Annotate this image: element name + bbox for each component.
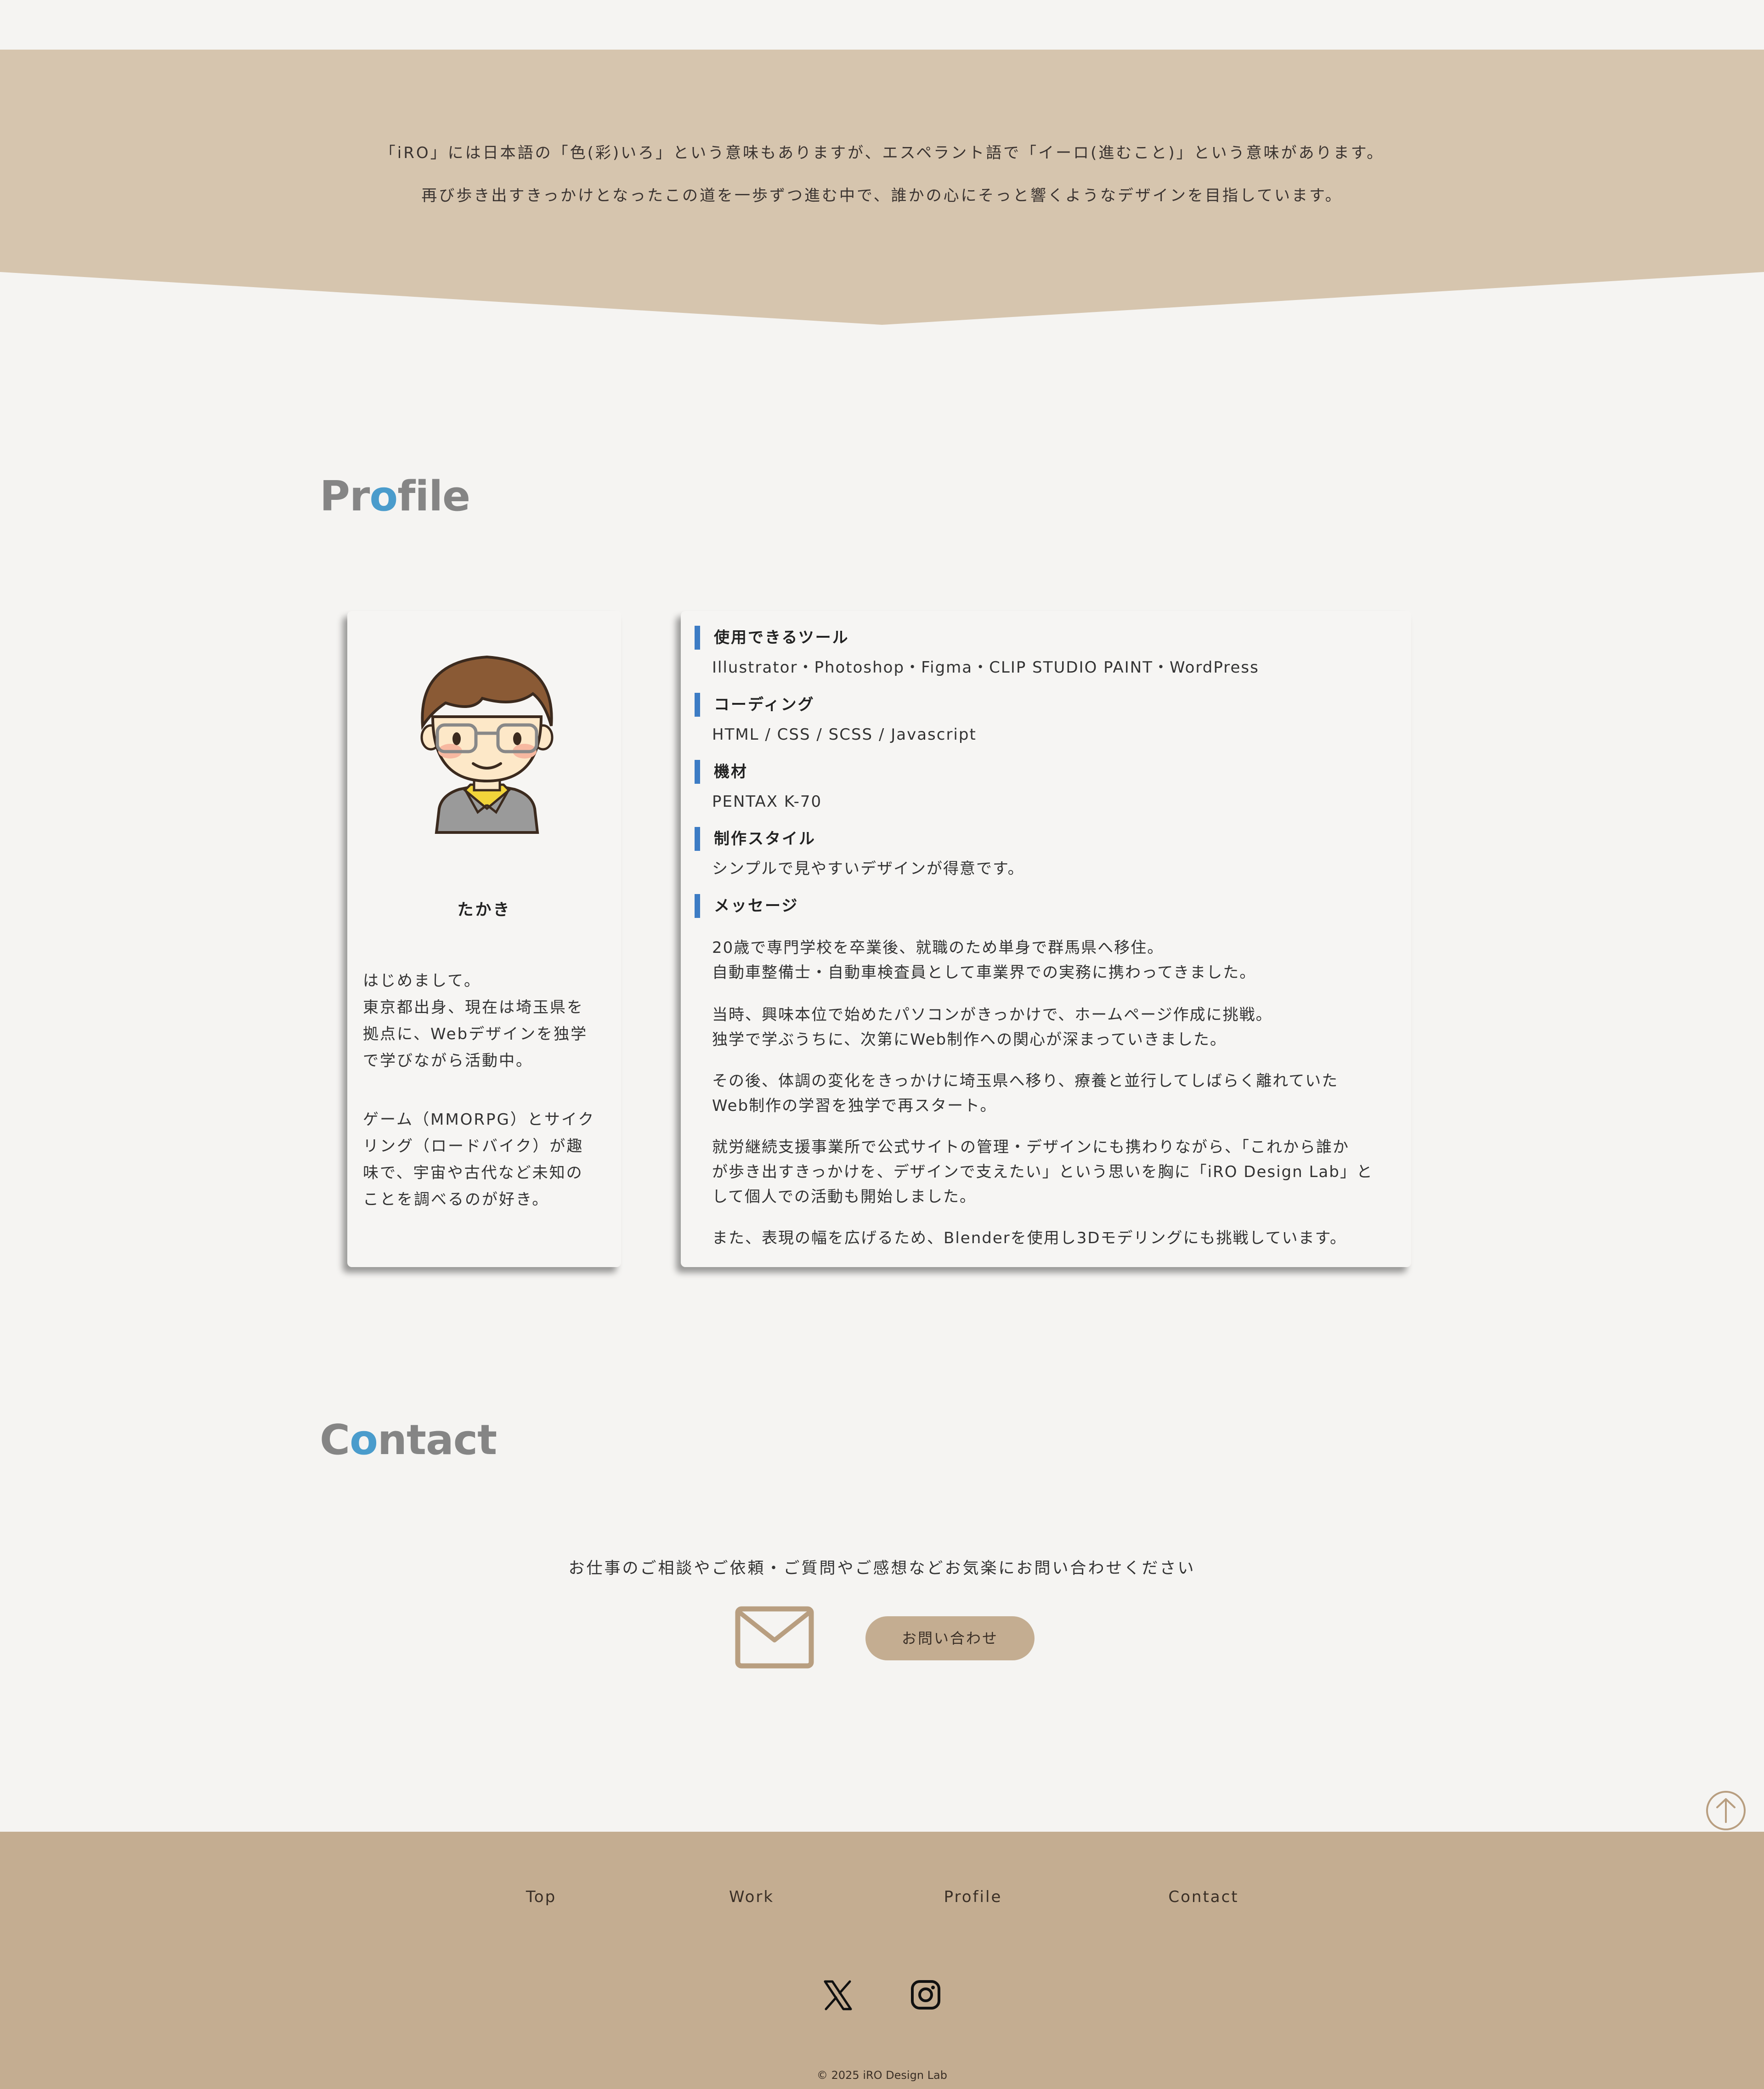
profile-info-card: 使用できるツール Illustrator・Photoshop・Figma・CLI…: [681, 611, 1411, 1267]
contact-section-title: Contact: [320, 1416, 497, 1464]
message-paragraph-2: 当時、興味本位で始めたパソコンがきっかけで、ホームページ作成に挑戦。 独学で学ぶ…: [712, 1006, 1272, 1049]
profile-avatar-card: たかき はじめまして。 東京都出身、現在は埼玉県を 拠点に、Webデザインを独学…: [347, 611, 621, 1267]
message-paragraph-1: 20歳で専門学校を卒業後、就職のため単身で群馬県へ移住。 自動車整備士・自動車検…: [712, 939, 1256, 982]
footer-nav-profile[interactable]: Profile: [932, 1888, 1014, 1906]
footer-nav-work[interactable]: Work: [710, 1888, 793, 1906]
profile-name: たかき: [457, 901, 511, 919]
copyright: © 2025 iRO Design Lab: [816, 2069, 947, 2082]
coding-heading: コーディング: [695, 693, 815, 717]
hero-band: [0, 50, 1764, 325]
equipment-body: PENTAX K-70: [712, 793, 822, 811]
style-heading: 制作スタイル: [695, 827, 816, 851]
site-footer: Top Work Profile Contact © 2025 iRO Desi…: [0, 1832, 1764, 2089]
bio-paragraph-1: はじめまして。 東京都出身、現在は埼玉県を 拠点に、Webデザインを独学 で学び…: [363, 972, 588, 1070]
hero-text-line-2: 再び歩き出すきっかけとなったこの道を一歩ずつ進む中で、誰かの心にそっと響くような…: [421, 187, 1343, 205]
bio-paragraph-2: ゲーム（MMORPG）とサイク リング（ロードバイク）が趣 味で、宇宙や古代など…: [363, 1110, 595, 1209]
contact-lead-text: お仕事のご相談やご依頼・ご質問やご感想などお気楽にお問い合わせください: [568, 1559, 1196, 1578]
tools-heading: 使用できるツール: [695, 626, 849, 650]
style-body: シンプルで見やすいデザインが得意です。: [712, 860, 1024, 878]
footer-nav-contact[interactable]: Contact: [1158, 1888, 1250, 1906]
footer-nav-top[interactable]: Top: [500, 1888, 582, 1906]
hero-text-line-1: 「iRO」には日本語の「色(彩)いろ」という意味もありますが、エスペラント語で「…: [379, 144, 1385, 162]
contact-button[interactable]: お問い合わせ: [865, 1616, 1035, 1660]
message-paragraph-3: その後、体調の変化をきっかけに埼玉県へ移り、療養と並行してしばらく離れていた W…: [712, 1072, 1339, 1115]
x-icon[interactable]: [821, 1979, 854, 2012]
message-paragraph-5: また、表現の幅を広げるため、Blenderを使用し3Dモデリングにも挑戦していま…: [712, 1229, 1347, 1247]
mail-icon[interactable]: [735, 1606, 814, 1669]
equipment-heading: 機材: [695, 760, 748, 784]
avatar: [420, 655, 554, 834]
tools-body: Illustrator・Photoshop・Figma・CLIP STUDIO …: [712, 658, 1259, 677]
coding-body: HTML / CSS / SCSS / Javascript: [712, 725, 977, 744]
message-paragraph-4: 就労継続支援事業所で公式サイトの管理・デザインにも携わりながら、「これから誰か …: [712, 1138, 1373, 1206]
profile-section-title: Profile: [320, 472, 470, 521]
message-heading: メッセージ: [695, 894, 798, 918]
instagram-icon[interactable]: [910, 1979, 942, 2011]
arrow-up-circle-icon[interactable]: [1705, 1790, 1747, 1831]
